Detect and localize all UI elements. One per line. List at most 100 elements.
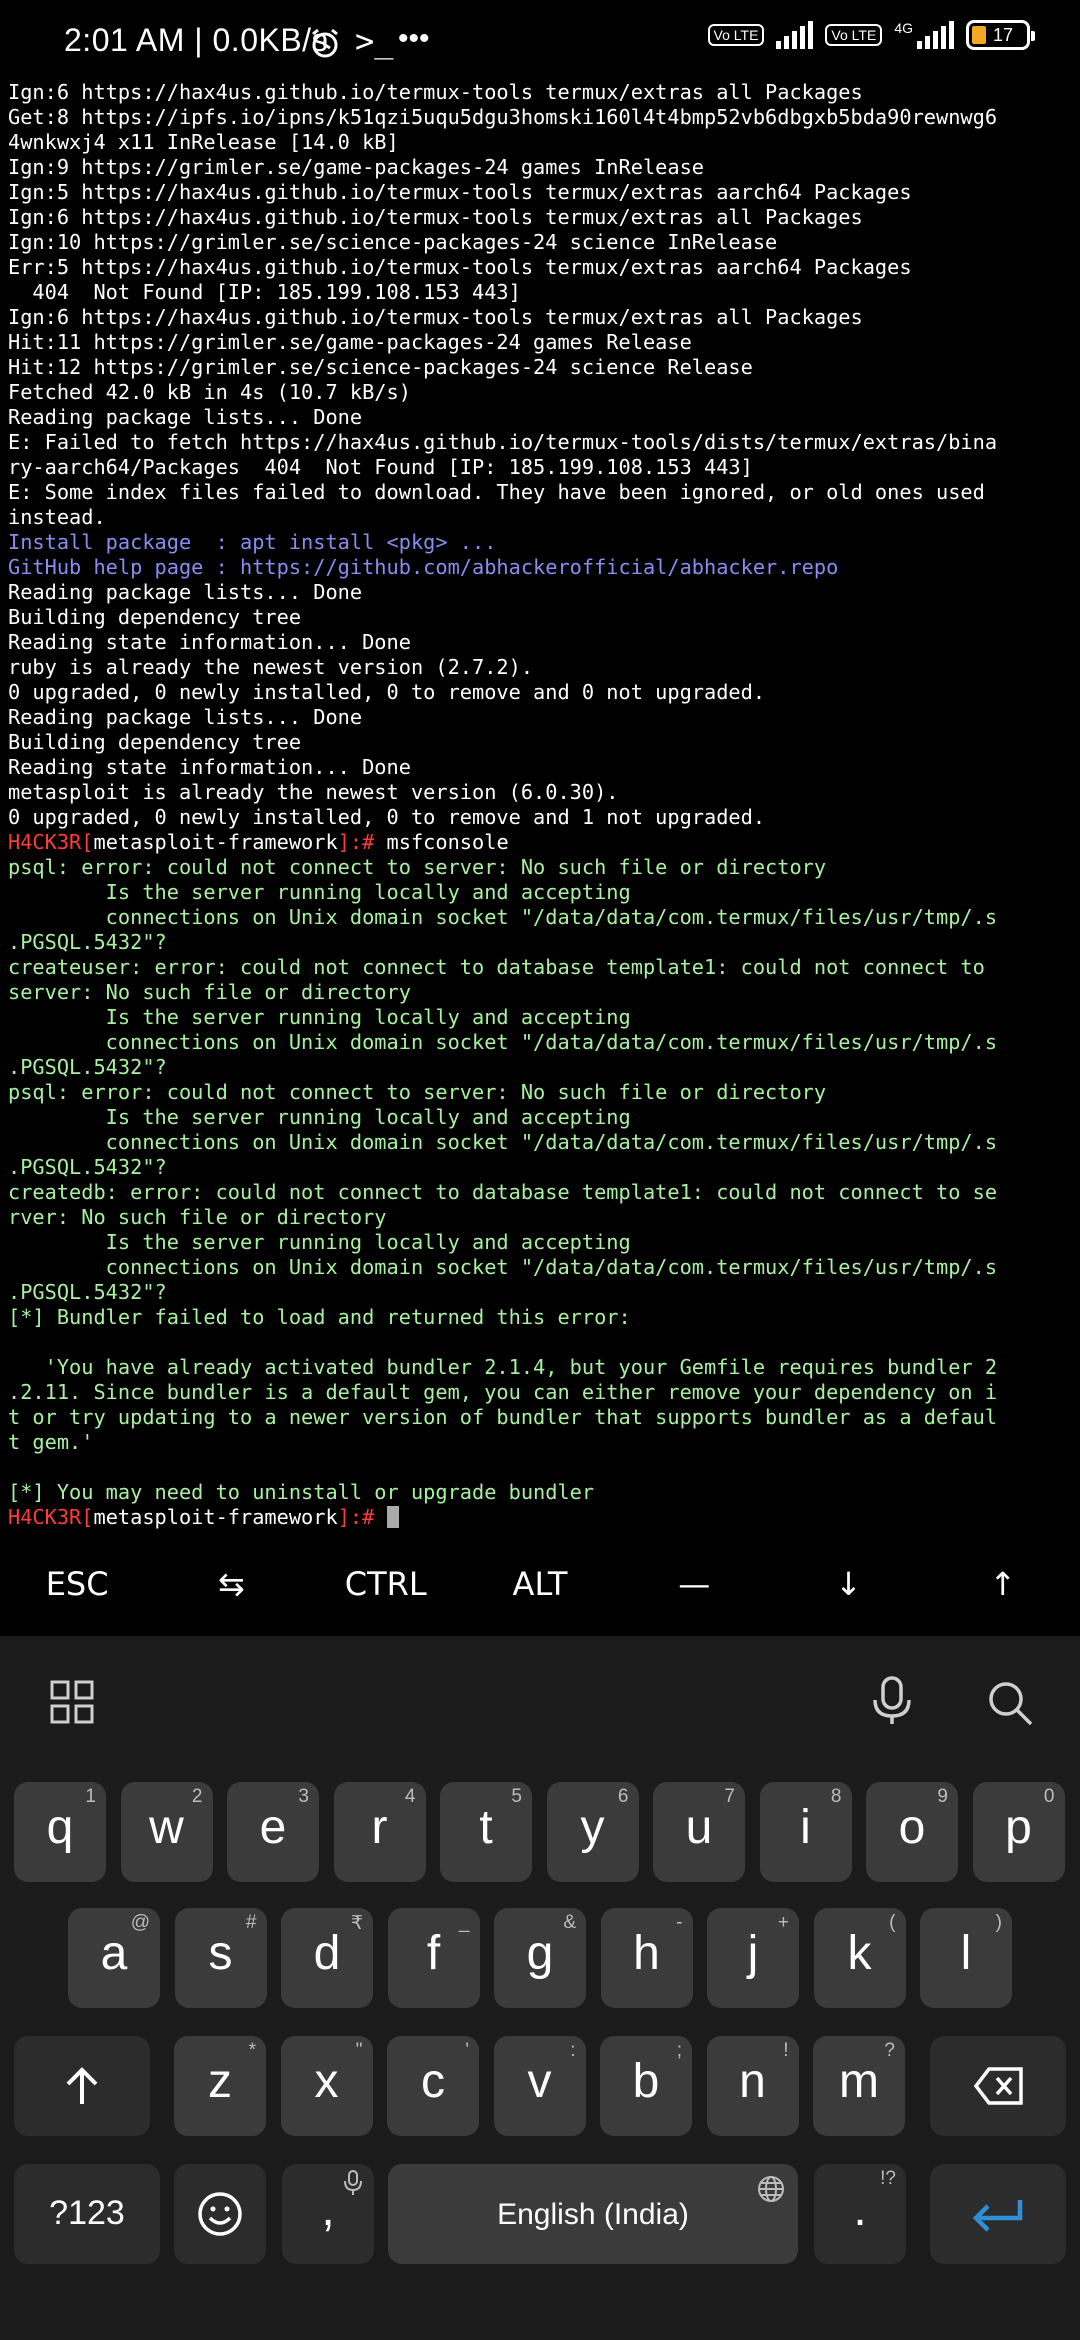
prompt-symbol: ]:# [337,1505,387,1529]
key-t-label: t [479,1801,493,1854]
terminal-line: .PGSQL.5432"? [8,930,167,954]
key-h-hint: - [676,1912,683,1933]
terminal-line: Is the server running locally and accept… [8,880,631,904]
keyboard-apps-grid-icon[interactable] [50,1680,94,1724]
terminal-line: Is the server running locally and accept… [8,1005,631,1029]
terminal-line: connections on Unix domain socket "/data… [8,1255,998,1279]
terminal-line: Reading package lists... Done [8,705,363,729]
arrow-up-key[interactable]: ↑ [926,1537,1080,1631]
enter-key[interactable] [930,2164,1066,2264]
key-l-label: l [960,1927,972,1980]
microphone-icon[interactable] [870,1676,914,1733]
key-h[interactable]: h- [600,1908,693,2008]
key-h-label: h [633,1927,660,1980]
key-i-hint: 8 [830,1786,842,1807]
key-q-label: q [46,1801,74,1854]
key-c[interactable]: c ' [387,2036,479,2136]
status-time: 2:01 AM | 0.0KB/s [64,22,329,58]
battery-icon: 17 [966,20,1035,50]
key-n-hint: ! [783,2040,789,2061]
key-n-label: n [739,2055,766,2108]
prompt-bracket: [ [81,1505,94,1529]
terminal-line: 4wnkwxj4 x11 InRelease [14.0 kB] [8,130,399,154]
terminal-line: [*] Bundler failed to load and returned … [8,1305,631,1329]
enter-icon [972,2200,1023,2232]
signal-icon-2 [917,21,954,49]
key-a[interactable]: a @ [68,1908,160,2008]
globe-icon [758,2176,784,2202]
key-c-hint: ' [465,2040,469,2061]
key-q[interactable]: q1 [14,1782,106,1882]
key-o[interactable]: o9 [866,1782,958,1882]
key-k-label: k [847,1927,872,1980]
space-key[interactable]: English (India) [388,2164,798,2264]
key-v[interactable]: v: [493,2036,586,2136]
backspace-key[interactable] [930,2036,1066,2136]
key-b[interactable]: b; [600,2036,692,2136]
key-l-hint: ) [995,1912,1002,1933]
key-n[interactable]: n! [706,2036,799,2136]
key-f[interactable]: f _ [387,1908,480,2008]
key-f-label: f [426,1927,441,1980]
more-notifications-icon: ••• [398,22,430,55]
key-u[interactable]: u7 [653,1782,745,1882]
key-i[interactable]: i8 [759,1782,852,1882]
key-u-hint: 7 [724,1786,735,1807]
dash-key[interactable]: — [617,1537,771,1631]
terminal-line: 0 upgraded, 0 newly installed, 0 to remo… [8,680,766,704]
key-q-hint: 1 [85,1786,96,1807]
terminal-line: createuser: error: could not connect to … [8,955,985,979]
key-k[interactable]: k( [813,1908,906,2008]
key-y[interactable]: y6 [546,1782,639,1882]
key-y-hint: 6 [617,1786,629,1807]
terminal-line: 404 Not Found [IP: 185.199.108.153 443] [8,280,521,304]
key-r[interactable]: r4 [333,1782,426,1882]
terminal-line: ruby is already the newest version (2.7.… [8,655,534,679]
period-key[interactable]: .!? [814,2164,906,2264]
terminal-line: connections on Unix domain socket "/data… [8,905,998,929]
key-l[interactable]: l) [920,1908,1012,2008]
search-icon[interactable] [985,1678,1035,1733]
key-m[interactable]: m? [813,2036,905,2136]
terminal-line: connections on Unix domain socket "/data… [8,1130,998,1154]
ctrl-key[interactable]: CTRL [309,1537,463,1631]
terminal-line: createdb: error: could not connect to da… [8,1180,998,1204]
symbols-key[interactable]: ?123 [14,2164,160,2264]
key-p[interactable]: p0 [972,1782,1065,1882]
terminal-line: rver: No such file or directory [8,1205,387,1229]
period-key-label: . [853,2183,867,2236]
terminal-output[interactable]: Ign:6 https://hax4us.github.io/termux-to… [8,80,1072,1530]
terminal-line: 'You have already activated bundler 2.1.… [8,1355,998,1379]
tab-key[interactable]: ⇆ [154,1537,308,1631]
key-v-hint: : [570,2040,576,2061]
shift-key[interactable] [14,2036,150,2136]
status-bar: 2:01 AM | 0.0KB/s >_ ••• Vo LTE Vo LTE 4… [0,0,1080,80]
key-d[interactable]: d ₹ [281,1908,373,2008]
key-j[interactable]: j + [707,1908,799,2008]
terminal-line: metasploit is already the newest version… [8,780,619,804]
key-x[interactable]: x " [280,2036,373,2136]
key-f-hint: _ [458,1912,470,1933]
space-key-label: English (India) [497,2198,689,2231]
key-w[interactable]: w2 [120,1782,213,1882]
key-e[interactable]: e3 [227,1782,319,1882]
arrow-down-key[interactable]: ↓ [771,1537,925,1631]
key-g[interactable]: g & [494,1908,586,2008]
terminal-line: Reading package lists... Done [8,580,363,604]
volte-icon: Vo LTE [707,24,765,46]
key-z[interactable]: z * [174,2036,266,2136]
terminal-line: .PGSQL.5432"? [8,1055,167,1079]
esc-key[interactable]: ESC [0,1537,154,1631]
terminal-line: t gem.' [8,1430,94,1454]
key-g-hint: & [563,1912,576,1933]
keyboard-toolbar [0,1636,1080,1766]
terminal-line: Is the server running locally and accept… [8,1230,631,1254]
key-t[interactable]: t5 [440,1782,532,1882]
key-s[interactable]: s # [174,1908,267,2008]
alt-key[interactable]: ALT [463,1537,617,1631]
terminal-line: Ign:6 https://hax4us.github.io/termux-to… [8,80,863,104]
terminal-line: Fetched 42.0 kB in 4s (10.7 kB/s) [8,380,411,404]
comma-key[interactable]: , [282,2164,374,2264]
emoji-key[interactable] [174,2164,266,2264]
